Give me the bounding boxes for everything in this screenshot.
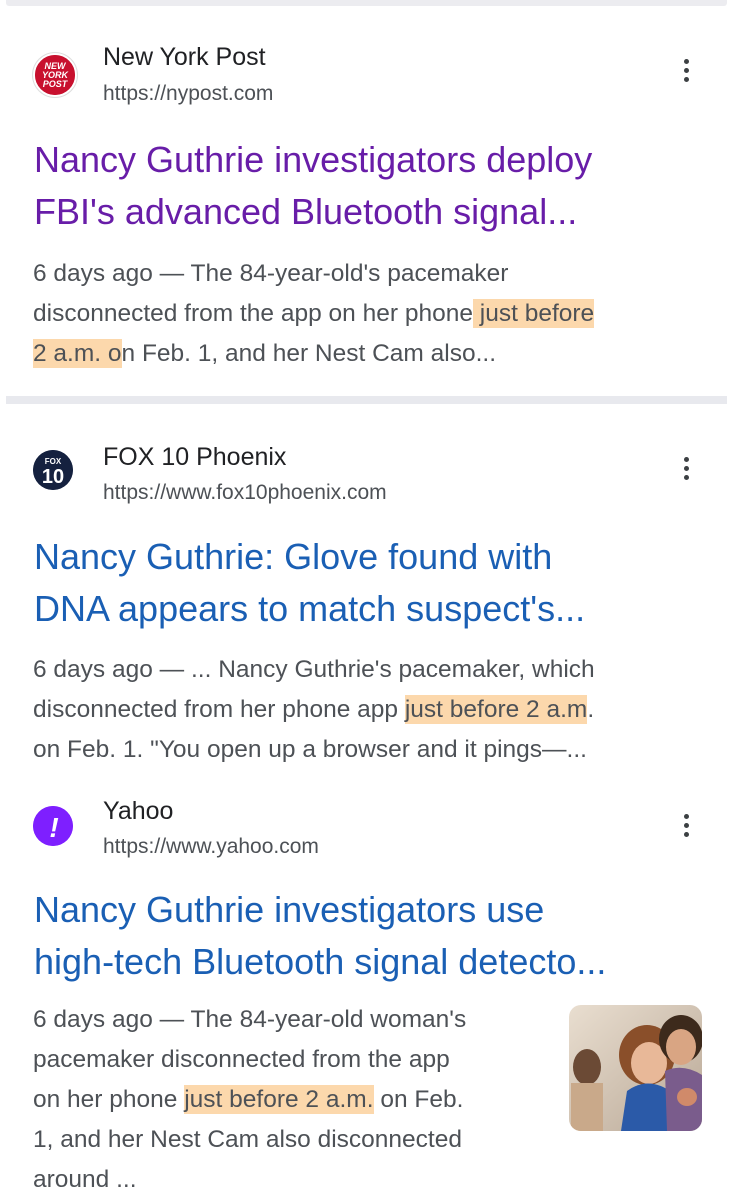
title-line-2: high-tech Bluetooth signal detecto... [34, 941, 607, 982]
snippet-text: on her phone [33, 1086, 185, 1113]
result-title-link[interactable]: Nancy Guthrie: Glove found with DNA appe… [34, 531, 714, 635]
source-name[interactable]: Yahoo [103, 797, 173, 826]
snippet-line-2: disconnected from the app on her phone j… [33, 294, 595, 334]
title-line-1: Nancy Guthrie investigators use [34, 889, 545, 930]
snippet-text: disconnected from the app on her phone [33, 300, 473, 327]
yahoo-logo-svg: ! [33, 806, 73, 846]
snippet-line-5: around ... [33, 1166, 137, 1193]
more-options-icon[interactable] [670, 48, 702, 92]
snippet-text: disconnected from her phone app [33, 696, 405, 723]
top-divider [6, 0, 727, 6]
result-title-link[interactable]: Nancy Guthrie investigators use high-tec… [34, 884, 714, 988]
snippet-line-1: 6 days ago — ... Nancy Guthrie's pacemak… [33, 656, 595, 683]
fox10-logo-top: FOX [45, 457, 62, 466]
yahoo-logo-glyph: ! [49, 812, 58, 843]
snippet-line-3: 2 a.m. on Feb. 1, and her Nest Cam also.… [33, 334, 594, 374]
photo-of-women-smiling-icon [569, 1005, 702, 1131]
title-line-1: Nancy Guthrie: Glove found with [34, 536, 553, 577]
more-options-icon[interactable] [670, 803, 702, 847]
highlighted-text: just before [472, 299, 595, 328]
result-snippet: 6 days ago — The 84-year-old's pacemaker… [33, 254, 595, 374]
snippet-line-2: pacemaker disconnected from the app [33, 1046, 450, 1073]
result-title-link[interactable]: Nancy Guthrie investigators deploy FBI's… [34, 134, 714, 238]
snippet-text: n Feb. 1, and her Nest Cam also... [121, 340, 497, 367]
new-york-post-logo-icon: NEW YORK POST [33, 53, 77, 97]
snippet-line-3: on Feb. 1. "You open up a browser and it… [33, 736, 587, 763]
yahoo-exclamation-logo-icon: ! [33, 806, 73, 846]
nypost-logo-svg: NEW YORK POST [35, 55, 75, 95]
snippet-line-4: 1, and her Nest Cam also disconnected [33, 1126, 462, 1153]
result-snippet: 6 days ago — The 84-year-old woman's pac… [33, 1000, 466, 1200]
snippet-line-3: on her phone just before 2 a.m. on Feb. [33, 1080, 466, 1120]
nypost-logo-line-3: POST [43, 79, 69, 89]
snippet-line-1: 6 days ago — The 84-year-old's pacemaker [33, 260, 509, 287]
fox10-logo-number: 10 [42, 466, 64, 488]
source-url[interactable]: https://www.yahoo.com [103, 835, 319, 859]
snippet-text: on Feb. [373, 1086, 464, 1113]
source-url[interactable]: https://nypost.com [103, 82, 273, 106]
result-thumbnail-image[interactable] [569, 1005, 702, 1131]
fox10-logo-svg: FOX 10 [33, 450, 73, 490]
title-line-1: Nancy Guthrie investigators deploy [34, 139, 593, 180]
highlighted-text: just before 2 a.m. [184, 1085, 374, 1114]
source-url[interactable]: https://www.fox10phoenix.com [103, 481, 387, 505]
snippet-text: . [587, 696, 595, 723]
fox-10-logo-icon: FOX 10 [33, 450, 73, 490]
snippet-line-2: disconnected from her phone app just bef… [33, 690, 595, 730]
result-snippet: 6 days ago — ... Nancy Guthrie's pacemak… [33, 650, 595, 770]
source-name[interactable]: FOX 10 Phoenix [103, 443, 286, 472]
more-options-icon[interactable] [670, 446, 702, 490]
section-divider [6, 396, 727, 404]
title-line-2: FBI's advanced Bluetooth signal... [34, 191, 578, 232]
source-name[interactable]: New York Post [103, 43, 266, 72]
snippet-line-1: 6 days ago — The 84-year-old woman's [33, 1006, 467, 1033]
title-line-2: DNA appears to match suspect's... [34, 588, 586, 629]
highlighted-text: just before 2 a.m [404, 695, 588, 724]
highlighted-text: 2 a.m. o [33, 339, 122, 368]
